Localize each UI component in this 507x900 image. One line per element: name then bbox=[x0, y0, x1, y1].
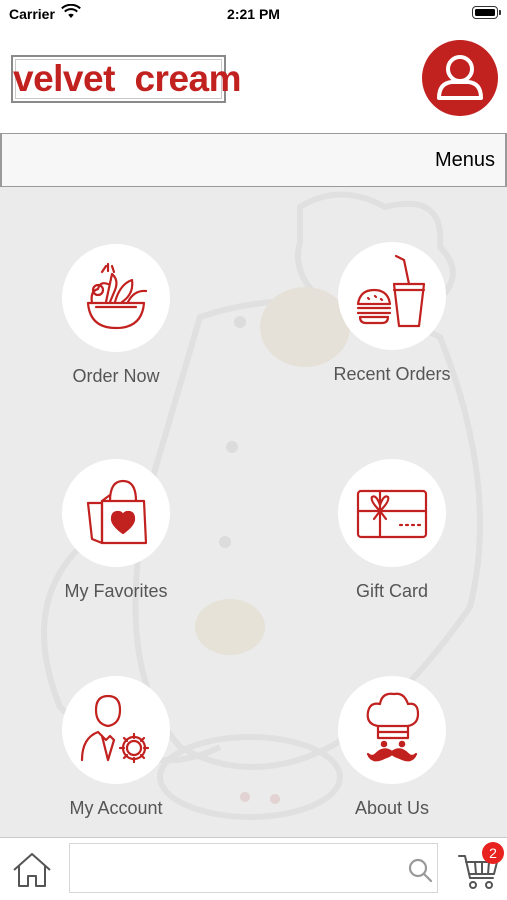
profile-button[interactable] bbox=[422, 40, 498, 116]
recent-orders-tile[interactable]: Recent Orders bbox=[292, 242, 492, 385]
salad-bowl-icon bbox=[86, 262, 148, 330]
gift-card-label: Gift Card bbox=[355, 581, 429, 601]
user-avatar-icon bbox=[437, 55, 483, 100]
battery-icon bbox=[472, 6, 501, 19]
velvet-cream-logo[interactable]: velvet cream bbox=[11, 55, 242, 103]
search-input[interactable] bbox=[76, 850, 400, 888]
order-now-circle bbox=[62, 244, 170, 352]
my-account-circle bbox=[62, 676, 170, 784]
menu-grid: Order Now Recent Orders My Favorites Gif… bbox=[0, 187, 507, 837]
burger-drink-icon bbox=[356, 254, 426, 328]
cart-count-badge: 2 bbox=[482, 842, 504, 864]
home-button[interactable] bbox=[8, 850, 56, 890]
app-header: velvet cream bbox=[0, 30, 507, 132]
about-us-tile[interactable]: About Us bbox=[292, 676, 492, 819]
clock: 2:21 PM bbox=[227, 6, 280, 22]
about-us-label: About Us bbox=[354, 798, 430, 818]
shopping-bag-heart-icon bbox=[86, 479, 148, 545]
my-favorites-tile[interactable]: My Favorites bbox=[16, 459, 216, 602]
bottom-tab-bar: 2 bbox=[0, 837, 507, 900]
my-account-tile[interactable]: My Account bbox=[16, 676, 216, 819]
my-account-label: My Account bbox=[69, 798, 163, 818]
order-now-tile[interactable]: Order Now bbox=[16, 244, 216, 387]
order-now-label: Order Now bbox=[72, 366, 160, 386]
chef-icon bbox=[366, 692, 420, 762]
menus-title: Menus bbox=[434, 149, 495, 171]
search-box[interactable] bbox=[69, 843, 438, 893]
recent-orders-circle bbox=[338, 242, 446, 350]
user-settings-icon bbox=[80, 694, 150, 764]
recent-orders-label: Recent Orders bbox=[333, 364, 451, 384]
search-icon[interactable] bbox=[407, 857, 433, 883]
gift-card-circle bbox=[338, 459, 446, 567]
my-favorites-circle bbox=[62, 459, 170, 567]
my-favorites-label: My Favorites bbox=[64, 581, 168, 601]
home-icon bbox=[13, 853, 51, 887]
logo-text: velvet cream bbox=[13, 58, 242, 99]
status-bar: Carrier 2:21 PM bbox=[0, 0, 507, 30]
menus-bar: Menus bbox=[0, 133, 507, 187]
gift-card-icon bbox=[356, 489, 428, 539]
gift-card-tile[interactable]: Gift Card bbox=[292, 459, 492, 602]
about-us-circle bbox=[338, 676, 446, 784]
